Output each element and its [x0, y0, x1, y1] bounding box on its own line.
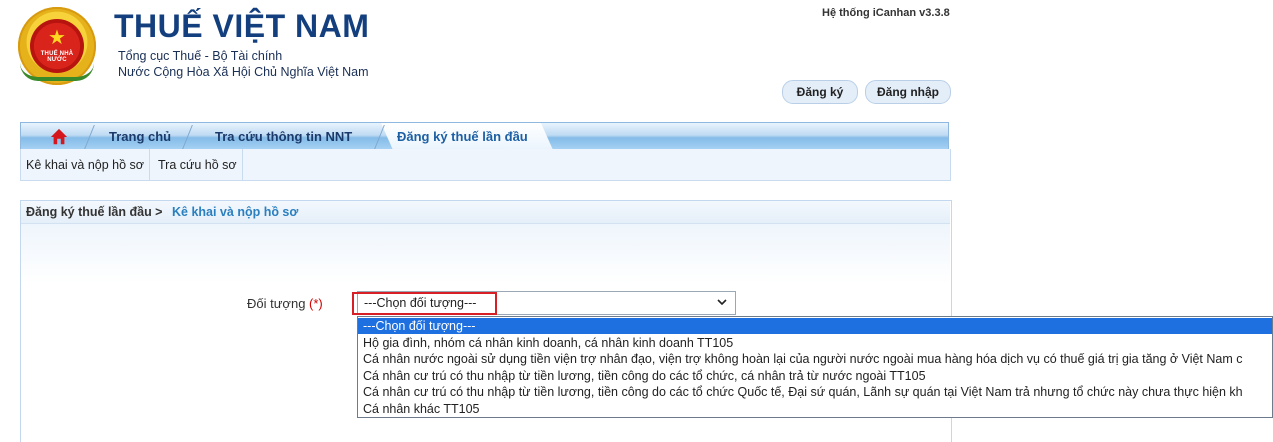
nav-home[interactable]	[39, 123, 79, 150]
panel-header-gradient	[21, 224, 950, 284]
tax-logo: ★ THUẾ NHÀ NƯỚC	[18, 7, 96, 85]
required-mark: (*)	[309, 296, 323, 311]
nav-separator	[182, 125, 193, 149]
breadcrumb: Đăng ký thuế lần đầu > Kê khai và nộp hồ…	[21, 201, 950, 224]
logo-text: THUẾ NHÀ NƯỚC	[40, 51, 74, 63]
annotation-highlight-box	[352, 292, 497, 315]
login-button[interactable]: Đăng nhập	[865, 80, 951, 104]
dropdown-option[interactable]: ---Chọn đối tượng---	[358, 318, 1272, 334]
dropdown-option[interactable]: Cá nhân nước ngoài sử dụng tiền viện trợ…	[358, 351, 1272, 367]
site-title: THUẾ VIỆT NAM	[114, 8, 370, 44]
nav-item-home-page[interactable]: Trang chủ	[109, 123, 171, 150]
subtitle-ministry: Tổng cục Thuế - Bộ Tài chính	[118, 49, 283, 63]
breadcrumb-current: Kê khai và nộp hồ sơ	[172, 205, 299, 219]
star-icon: ★	[48, 25, 66, 49]
dropdown-option[interactable]: Cá nhân cư trú có thu nhập từ tiền lương…	[358, 368, 1272, 384]
main-nav: Trang chủ Tra cứu thông tin NNT Đăng ký …	[20, 122, 949, 150]
system-version: Hệ thống iCanhan v3.3.8	[822, 7, 950, 19]
subject-dropdown-list: ---Chọn đối tượng--- Hộ gia đình, nhóm c…	[357, 316, 1273, 418]
subtitle-country: Nước Cộng Hòa Xã Hội Chủ Nghĩa Việt Nam	[118, 65, 369, 79]
breadcrumb-parent[interactable]: Đăng ký thuế lần đầu >	[26, 205, 163, 219]
subnav-item-lookup-records[interactable]: Tra cứu hồ sơ	[153, 149, 243, 180]
register-button[interactable]: Đăng ký	[782, 80, 858, 104]
nav-item-lookup-nnt[interactable]: Tra cứu thông tin NNT	[215, 123, 352, 150]
nav-item-first-tax-registration[interactable]: Đăng ký thuế lần đầu	[397, 123, 528, 150]
subject-label-text: Đối tượng	[247, 296, 306, 311]
chevron-down-icon	[717, 299, 727, 306]
nav-separator	[84, 125, 95, 149]
nav-separator	[374, 125, 385, 149]
dropdown-option[interactable]: Cá nhân khác TT105	[358, 401, 1272, 417]
subject-label: Đối tượng (*)	[247, 296, 323, 311]
home-icon	[50, 128, 68, 144]
sub-nav: Kê khai và nộp hồ sơ Tra cứu hồ sơ	[20, 149, 951, 181]
dropdown-option[interactable]: Cá nhân cư trú có thu nhập từ tiền lương…	[358, 384, 1272, 400]
subnav-item-declare-submit[interactable]: Kê khai và nộp hồ sơ	[21, 149, 150, 180]
dropdown-option[interactable]: Hộ gia đình, nhóm cá nhân kinh doanh, cá…	[358, 335, 1272, 351]
wreath-icon	[20, 63, 94, 81]
